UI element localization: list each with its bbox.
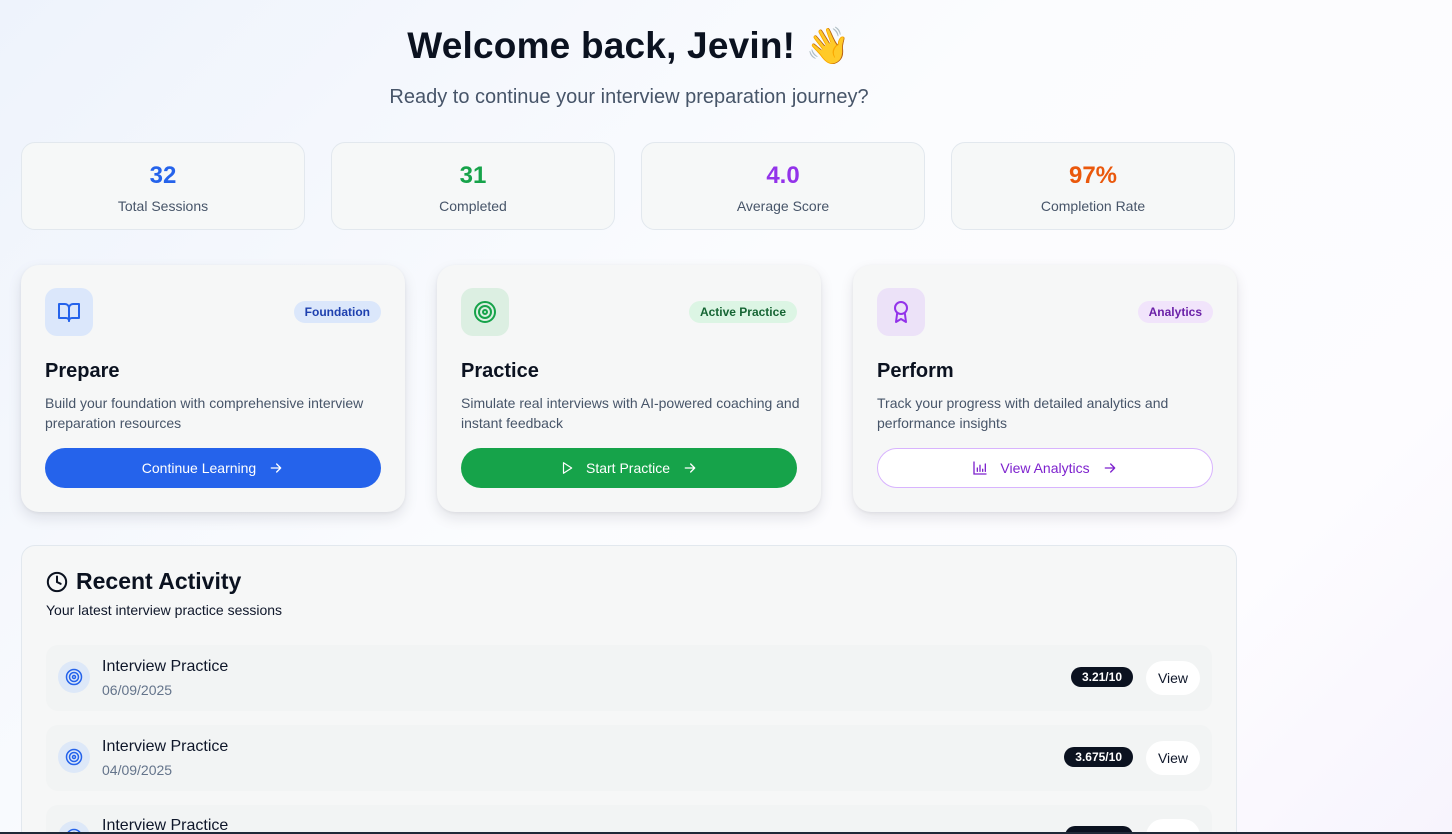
arrow-right-icon [1104,463,1115,473]
activity-title: Interview Practice [102,658,229,675]
stat-label: Average Score [736,198,830,214]
recent-activity-panel: Recent Activity Your latest interview pr… [21,545,1237,834]
view-button[interactable]: View [1146,741,1200,775]
target-icon [461,288,509,336]
perform-card: Analytics Perform Track your progress wi… [853,265,1237,512]
continue-learning-button[interactable]: Continue Learning [45,448,381,488]
activity-date: 06/09/2025 [102,682,173,698]
card-description: Build your foundation with comprehensive… [45,395,364,431]
stat-value: 32 [149,162,177,189]
card-title: Practice [461,360,539,382]
stat-value: 4.0 [766,162,800,189]
card-description: Track your progress with detailed analyt… [877,395,1169,431]
book-open-icon [45,288,93,336]
arrow-right-icon [270,463,282,473]
award-icon [877,288,925,336]
score-badge: 3.675/10 [1064,747,1133,767]
waving-hand-icon: 👋 [805,25,851,66]
stat-card-average-score: 4.0 Average Score [641,142,925,230]
foundation-badge: Foundation [293,301,381,323]
stat-value: 97% [1068,162,1118,189]
analytics-badge: Analytics [1137,301,1213,323]
view-analytics-button[interactable]: View Analytics [877,448,1213,488]
practice-card: Active Practice Practice Simulate real i… [437,265,821,512]
play-icon [562,462,573,474]
stat-label: Total Sessions [117,198,209,214]
dashboard-page: Welcome back, Jevin! 👋 Ready to continue… [0,0,1452,834]
clock-icon [46,571,68,592]
welcome-subtitle: Ready to continue your interview prepara… [389,86,869,108]
page-title: Welcome back, Jevin! 👋 [21,24,1237,68]
welcome-title-text: Welcome back, Jevin! [407,25,796,66]
target-icon [58,741,90,773]
button-label: Continue Learning [141,460,257,476]
view-button[interactable]: View [1146,661,1200,695]
recent-activity-subtitle: Your latest interview practice sessions [46,602,283,618]
stat-value: 31 [459,162,487,189]
button-label: View Analytics [1000,460,1090,476]
target-icon [58,661,90,693]
card-description: Simulate real interviews with AI-powered… [461,395,800,431]
prepare-card: Foundation Prepare Build your foundation… [21,265,405,512]
activity-title: Interview Practice [102,738,229,755]
active-practice-badge: Active Practice [688,301,797,323]
start-practice-button[interactable]: Start Practice [461,448,797,488]
score-badge: 3.21/10 [1070,667,1133,687]
recent-activity-heading: Recent Activity [46,568,241,595]
recent-activity-title: Recent Activity [76,568,242,594]
stat-card-completion-rate: 97% Completion Rate [951,142,1235,230]
activity-date: 04/09/2025 [102,762,173,778]
activity-row: Interview Practice [46,805,1212,834]
activity-row: Interview Practice 04/09/2025 3.675/10 V… [46,725,1212,791]
stat-label: Completion Rate [1040,198,1146,214]
card-title: Perform [877,360,954,382]
arrow-right-icon [684,463,696,473]
activity-row: Interview Practice 06/09/2025 3.21/10 Vi… [46,645,1212,711]
stat-card-total-sessions: 32 Total Sessions [21,142,305,230]
stat-label: Completed [439,198,507,214]
stat-card-completed: 31 Completed [331,142,615,230]
card-title: Prepare [45,360,120,382]
button-label: Start Practice [585,460,671,476]
bar-chart-icon [973,461,988,475]
